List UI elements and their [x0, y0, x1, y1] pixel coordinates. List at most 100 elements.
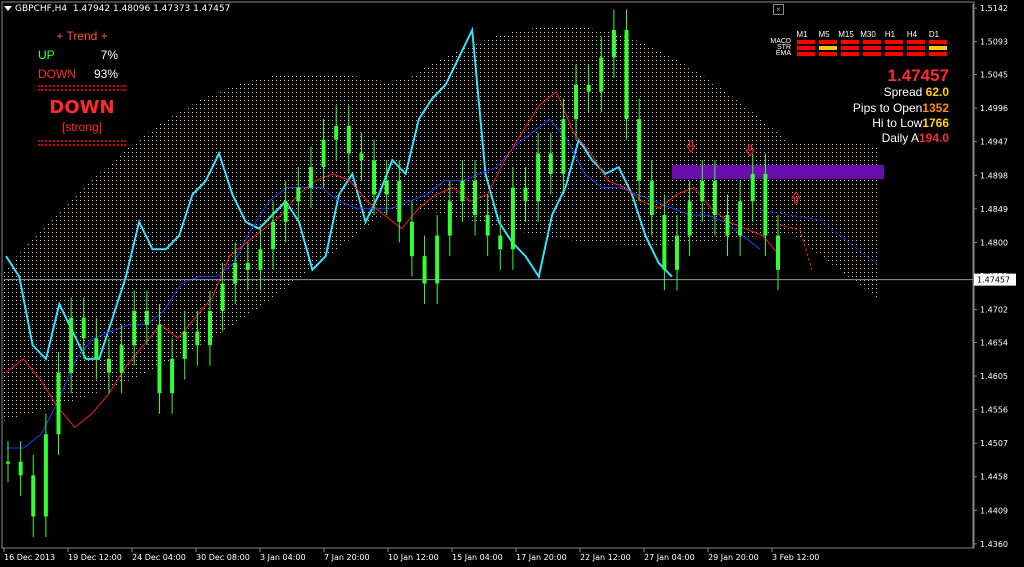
x-tick-label: 3 Jan 04:00	[260, 553, 306, 562]
candle-body	[725, 215, 730, 236]
candle-body	[574, 84, 579, 120]
x-tick-label: 29 Jan 20:00	[708, 553, 759, 562]
indicator-name: EMA	[775, 50, 791, 57]
indicator-cell	[863, 40, 881, 44]
candle-body	[624, 30, 629, 120]
indicator-cell	[907, 46, 925, 50]
candle-body	[296, 187, 301, 202]
ohlc-values: 1.47942 1.48096 1.47373 1.47457	[72, 4, 231, 14]
candle-body	[69, 317, 74, 373]
indicator-row: EMA	[756, 50, 949, 57]
candle-body	[561, 119, 566, 174]
pips-open-row: Pips to Open1352	[853, 101, 949, 115]
candle-body	[56, 372, 61, 435]
candle-body	[144, 310, 149, 325]
candle-body	[662, 215, 667, 270]
x-tick-label: 16 Dec 2013	[4, 553, 55, 562]
candle-body	[447, 201, 452, 236]
spread-value: 62.0	[925, 85, 949, 99]
y-tick-label: 1.4360	[980, 540, 1008, 549]
y-tick-label: 1.5045	[980, 71, 1008, 80]
indicator-cell	[929, 52, 947, 56]
candle-body	[346, 125, 351, 154]
candle-body	[649, 180, 654, 216]
hi-low-row: Hi to Low1766	[872, 116, 949, 130]
y-tick-label: 1.5142	[980, 4, 1008, 13]
indicator-cell	[885, 52, 903, 56]
candle-body	[43, 434, 48, 517]
timeframe-label: D1	[928, 30, 940, 39]
candle-body	[712, 180, 717, 216]
candle-body	[536, 153, 541, 202]
candle-body	[220, 283, 225, 311]
x-tick-label: 17 Jan 20:00	[516, 553, 567, 562]
candle-body	[170, 358, 175, 394]
indicator-cell	[863, 52, 881, 56]
y-tick-label: 1.4898	[980, 171, 1008, 180]
x-tick-label: 24 Dec 04:00	[132, 553, 186, 562]
candle-body	[637, 119, 642, 181]
timeframe-label: H1	[884, 30, 896, 39]
y-tick-label: 1.4556	[980, 406, 1008, 415]
chart-canvas: 1.5142 1.5093 1.5045 1.4996 1.4947 1.4898 1.48…	[0, 0, 1024, 567]
indicator-cell	[863, 46, 881, 50]
daily-value: 194.0	[918, 131, 949, 145]
up-value: 7%	[100, 47, 118, 62]
timeframe-labels: M1 M5 M15 M30 H1 H4 D1	[791, 30, 949, 39]
indicator-cell	[841, 40, 859, 44]
trend-down-row: DOWN 93%	[38, 64, 126, 83]
candle-body	[510, 187, 515, 250]
divider	[38, 85, 126, 87]
current-price: 1.47457	[887, 66, 949, 85]
x-tick-label: 30 Dec 08:00	[196, 553, 250, 562]
indicator-cell	[907, 52, 925, 56]
indicator-cell	[819, 46, 837, 50]
y-tick-label: 1.4947	[980, 138, 1008, 147]
candle-body	[460, 180, 465, 202]
candle-body	[245, 262, 250, 270]
y-tick-label: 1.4849	[980, 205, 1008, 214]
candle-body	[31, 475, 36, 517]
candle-body	[372, 160, 377, 195]
candle-body	[776, 235, 780, 270]
spread-row: Spread 62.0	[884, 85, 949, 99]
candle-body	[750, 173, 755, 202]
price-tag-label: 1.47457	[977, 276, 1010, 285]
spread-label: Spread	[883, 85, 923, 99]
down-label: DOWN	[38, 66, 76, 81]
indicator-cell	[819, 40, 837, 44]
close-icon[interactable]: ×	[773, 4, 784, 15]
indicator-cell	[841, 46, 859, 50]
indicator-cell	[841, 52, 859, 56]
candle-body	[675, 235, 680, 270]
candle-body	[738, 201, 743, 236]
dropdown-triangle-icon[interactable]	[4, 6, 12, 11]
hi-low-label: Hi to Low	[872, 116, 923, 130]
chart-header: GBPCHF,H4 1.47942 1.48096 1.47373 1.4745…	[4, 4, 230, 14]
indicator-cell	[797, 52, 815, 56]
x-tick-label: 10 Jan 12:00	[388, 553, 439, 562]
candle-body	[359, 153, 364, 161]
candle-body	[182, 331, 187, 359]
candle-body	[422, 256, 427, 284]
candle-body	[599, 57, 604, 92]
candle-body	[321, 139, 326, 168]
daily-row: Daily A194.0	[882, 131, 949, 145]
indicator-cell	[819, 52, 837, 56]
candle-body	[435, 235, 440, 284]
y-tick-label: 1.4507	[980, 439, 1008, 448]
trend-title: + Trend +	[56, 28, 108, 43]
y-tick-label: 1.4800	[980, 238, 1008, 247]
resistance-zone	[672, 165, 884, 179]
y-tick-label: 1.4605	[980, 372, 1008, 381]
y-tick-label: 1.4458	[980, 473, 1008, 482]
x-tick-label: 3 Feb 12:00	[772, 553, 819, 562]
x-tick-label: 27 Jan 04:00	[644, 553, 695, 562]
candle-body	[283, 201, 288, 222]
y-tick-label: 1.4654	[980, 338, 1008, 347]
trend-panel: + Trend + UP 7% DOWN 93% DOWN [strong]	[38, 26, 126, 148]
candle-body	[523, 187, 528, 202]
y-tick-label: 1.4409	[980, 506, 1008, 515]
up-label: UP	[38, 47, 55, 62]
candle-body	[271, 221, 276, 250]
